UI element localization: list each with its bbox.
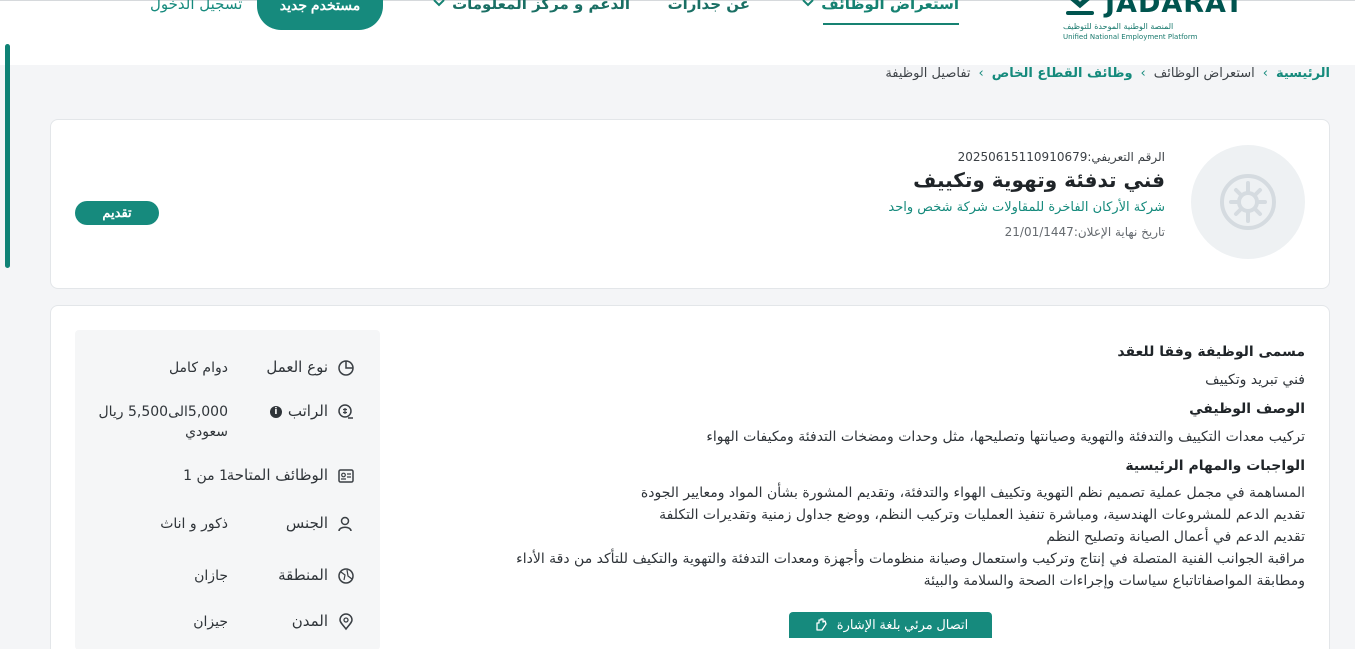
pie-chart-icon xyxy=(336,358,356,378)
contract-title-value: فني تبريد وتكييف xyxy=(1205,372,1305,388)
breadcrumb-home[interactable]: الرئيسية xyxy=(1276,66,1330,81)
breadcrumb-separator: › xyxy=(1262,66,1268,81)
job-reference-label: الرقم التعريفي: xyxy=(1087,150,1165,164)
work-type-label: نوع العمل xyxy=(266,358,328,376)
info-salary: الراتب i 5,000الى5,500 ريال سعودي xyxy=(91,402,356,442)
nav-browse-jobs[interactable]: استعراض الوظائف xyxy=(801,0,959,13)
info-gender: الجنس ذكور و اناث xyxy=(91,514,356,534)
scrollbar[interactable] xyxy=(5,44,10,268)
city-value: جيزان xyxy=(193,614,228,630)
breadcrumb: الرئيسية › استعراض الوظائف › وظائف القطا… xyxy=(885,66,1330,81)
job-details-card: مسمى الوظيفة وفقا للعقد فني تبريد وتكييف… xyxy=(50,305,1330,649)
nav-support-label: الدعم و مركز المعلومات xyxy=(452,0,630,13)
duty-item: تقديم الدعم للمشروعات الهندسية، ومباشرة … xyxy=(659,507,1305,523)
location-pin-icon xyxy=(336,612,356,632)
nav-about-label: عن جدارات xyxy=(667,0,750,13)
top-header: JADARAT المنصة الوطنية الموحدة للتوظيف U… xyxy=(0,0,1355,65)
breadcrumb-separator: › xyxy=(1140,66,1146,81)
breadcrumb-private-sector[interactable]: وظائف القطاع الخاص xyxy=(992,66,1133,81)
nav-about[interactable]: عن جدارات xyxy=(668,0,750,13)
job-title: فني تدفئة وتهوية وتكييف xyxy=(913,168,1165,192)
info-city: المدن جيزان xyxy=(91,612,356,632)
work-type-value: دوام كامل xyxy=(168,360,228,376)
jadarat-logo[interactable]: JADARAT المنصة الوطنية الموحدة للتوظيف U… xyxy=(1063,0,1263,51)
company-logo-placeholder xyxy=(1191,145,1305,259)
info-region: المنطقة جازان xyxy=(91,566,356,586)
breadcrumb-separator: › xyxy=(978,66,984,81)
job-description-text: تركيب معدات التكييف والتدفئة والتهوية وص… xyxy=(706,429,1305,445)
deadline-value: 21/01/1447 xyxy=(1004,225,1074,239)
company-name-link[interactable]: شركة الأركان الفاخرة للمقاولات شركة شخص … xyxy=(888,200,1165,215)
login-link[interactable]: تسجيل الدخول xyxy=(150,0,242,13)
ad-deadline: تاريخ نهاية الإعلان:21/01/1447 xyxy=(888,225,1165,239)
gender-value: ذكور و اناث xyxy=(160,516,228,532)
region-label: المنطقة xyxy=(278,566,328,584)
vacancies-label: الوظائف المتاحة xyxy=(226,466,328,484)
duty-item: تقديم الدعم في أعمال الصيانة وتصليح النظ… xyxy=(1046,529,1305,545)
hand-sign-icon xyxy=(813,616,829,635)
info-icon[interactable]: i xyxy=(269,405,282,418)
city-label: المدن xyxy=(291,612,328,630)
job-reference: الرقم التعريفي:20250615110910679 xyxy=(888,150,1165,164)
sign-language-label: اتصال مرئي بلغة الإشارة xyxy=(836,617,969,632)
salary-label-wrap: الراتب i xyxy=(228,402,328,420)
breadcrumb-current: تفاصيل الوظيفة xyxy=(885,66,971,81)
job-reference-value: 20250615110910679 xyxy=(957,150,1088,164)
region-value: جازان xyxy=(194,568,228,584)
job-description-heading: الوصف الوظيفي xyxy=(1189,401,1305,417)
person-icon xyxy=(336,514,356,534)
duties-list: المساهمة في مجمل عملية تصميم نظم التهوية… xyxy=(385,482,1305,592)
vacancies-value: 1 من 1 xyxy=(183,468,228,484)
brand-subtitle-arabic: المنصة الوطنية الموحدة للتوظيف xyxy=(1063,22,1174,31)
id-card-icon xyxy=(336,466,356,486)
contract-title-heading: مسمى الوظيفة وفقا للعقد xyxy=(1117,344,1305,360)
nav-support[interactable]: الدعم و مركز المعلومات xyxy=(432,0,630,13)
brand-emblem-icon xyxy=(1063,0,1097,17)
brand-subtitle-english: Unified National Employment Platform xyxy=(1063,33,1198,41)
salary-label: الراتب xyxy=(287,402,328,420)
gender-label: الجنس xyxy=(285,514,328,532)
new-user-button[interactable]: مستخدم جديد xyxy=(257,0,383,30)
job-info-panel: نوع العمل دوام كامل الراتب i 5,000الى5,50… xyxy=(75,330,380,649)
duty-item: المساهمة في مجمل عملية تصميم نظم التهوية… xyxy=(640,485,1305,501)
info-work-type: نوع العمل دوام كامل xyxy=(91,358,356,378)
job-summary: الرقم التعريفي:20250615110910679 فني تدف… xyxy=(888,150,1165,239)
job-summary-card: الرقم التعريفي:20250615110910679 فني تدف… xyxy=(50,119,1330,289)
sign-language-call-button[interactable]: اتصال مرئي بلغة الإشارة xyxy=(789,612,992,638)
info-vacancies: الوظائف المتاحة 1 من 1 xyxy=(91,466,356,486)
deadline-label: تاريخ نهاية الإعلان: xyxy=(1073,225,1165,239)
nav-browse-jobs-label: استعراض الوظائف xyxy=(821,0,959,13)
job-description: مسمى الوظيفة وفقا للعقد فني تبريد وتكييف… xyxy=(385,342,1305,592)
duty-item: ومطابقة المواصفاتاتباع سياسات وإجراءات ا… xyxy=(923,573,1305,589)
chevron-down-icon xyxy=(432,0,446,12)
active-nav-underline xyxy=(823,23,959,25)
salary-value: 5,000الى5,500 ريال سعودي xyxy=(98,404,228,440)
brand-name: JADARAT xyxy=(1105,0,1245,19)
map-icon xyxy=(336,566,356,586)
apply-button[interactable]: تقديم xyxy=(75,201,159,225)
duties-heading: الواجبات والمهام الرئيسية xyxy=(1125,458,1305,474)
emblem-icon xyxy=(1220,174,1276,230)
breadcrumb-jobs[interactable]: استعراض الوظائف xyxy=(1154,66,1255,81)
duty-item: مراقبة الجوانب الفنية المتصلة في إنتاج و… xyxy=(516,551,1305,567)
chevron-down-icon xyxy=(801,0,815,12)
money-icon xyxy=(336,402,356,422)
